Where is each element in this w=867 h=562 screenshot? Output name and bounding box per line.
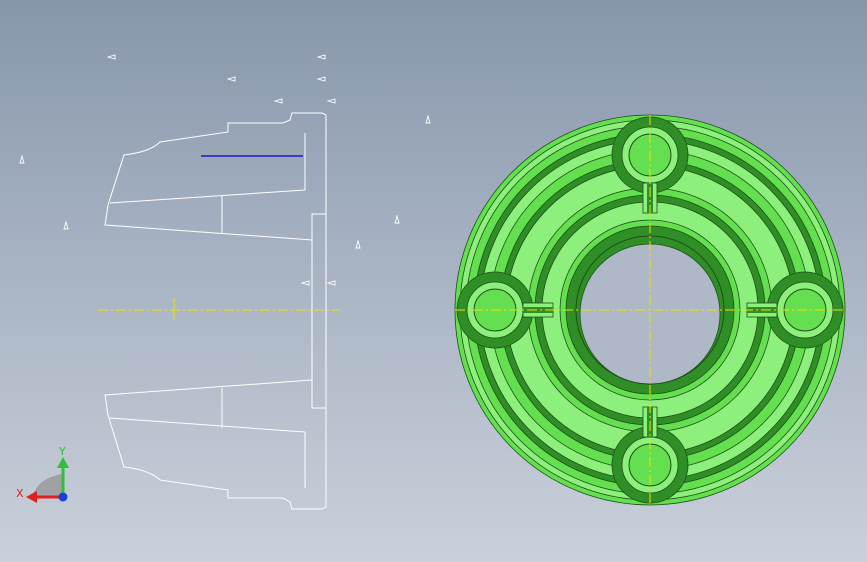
orientation-triad[interactable]: Y X (16, 445, 69, 503)
annotation-marker (394, 214, 400, 224)
lower-jaw-inner-edge (109, 417, 306, 433)
z-axis-icon (58, 492, 68, 502)
annotation-marker (106, 54, 116, 60)
y-axis-arrowhead-icon (57, 457, 69, 468)
side-view-outline (104, 112, 327, 510)
annotation-marker (63, 220, 69, 230)
annotation-marker (316, 76, 326, 82)
annotation-marker (355, 239, 361, 249)
lower-jaw-outline (104, 379, 327, 510)
annotation-marker (273, 98, 283, 104)
annotation-marker (425, 114, 431, 124)
x-axis-arrowhead-icon (26, 491, 37, 503)
annotation-marker (316, 54, 326, 60)
cad-viewport[interactable]: Y X (0, 0, 867, 562)
annotation-marker (326, 280, 336, 286)
annotation-marker (19, 154, 25, 164)
upper-jaw-outline (104, 112, 327, 241)
annotation-marker (226, 76, 236, 82)
y-axis-label: Y (58, 445, 66, 458)
annotation-markers (19, 54, 431, 286)
annotation-marker (326, 98, 336, 104)
upper-jaw-inner-edge (109, 189, 306, 204)
annotation-marker (300, 280, 310, 286)
x-axis-label: X (16, 487, 24, 500)
cad-scene[interactable]: Y X (0, 0, 867, 562)
